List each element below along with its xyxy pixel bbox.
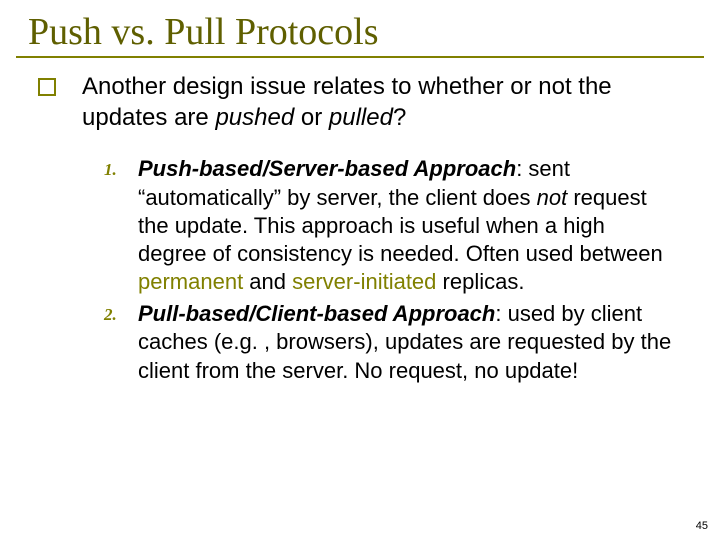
intro-em-pulled: pulled — [329, 104, 393, 131]
list-number: 1. — [104, 155, 138, 180]
item-heading: Push-based/Server-based Approach — [138, 156, 516, 181]
slide: Push vs. Pull Protocols Another design i… — [0, 0, 720, 540]
list-item: 1. Push-based/Server-based Approach: sen… — [104, 155, 676, 296]
item-heading: Pull-based/Client-based Approach — [138, 301, 495, 326]
intro-row: Another design issue relates to whether … — [0, 72, 720, 133]
intro-em-pushed: pushed — [215, 104, 294, 131]
intro-post: ? — [393, 104, 406, 131]
square-bullet-icon — [38, 78, 56, 96]
list-item: 2. Pull-based/Client-based Approach: use… — [104, 300, 676, 384]
keyword-permanent: permanent — [138, 269, 243, 294]
ordered-list: 1. Push-based/Server-based Approach: sen… — [0, 133, 720, 384]
keyword-server-initiated: server-initiated — [292, 269, 436, 294]
item-text: replicas. — [436, 269, 524, 294]
list-body: Pull-based/Client-based Approach: used b… — [138, 300, 676, 384]
item-text: and — [243, 269, 292, 294]
item-em-not: not — [537, 185, 568, 210]
slide-title: Push vs. Pull Protocols — [0, 0, 720, 56]
list-number: 2. — [104, 300, 138, 325]
page-number: 45 — [696, 520, 708, 532]
intro-mid: or — [294, 104, 329, 131]
intro-text: Another design issue relates to whether … — [82, 72, 682, 133]
list-body: Push-based/Server-based Approach: sent “… — [138, 155, 676, 296]
title-underline — [16, 56, 704, 58]
